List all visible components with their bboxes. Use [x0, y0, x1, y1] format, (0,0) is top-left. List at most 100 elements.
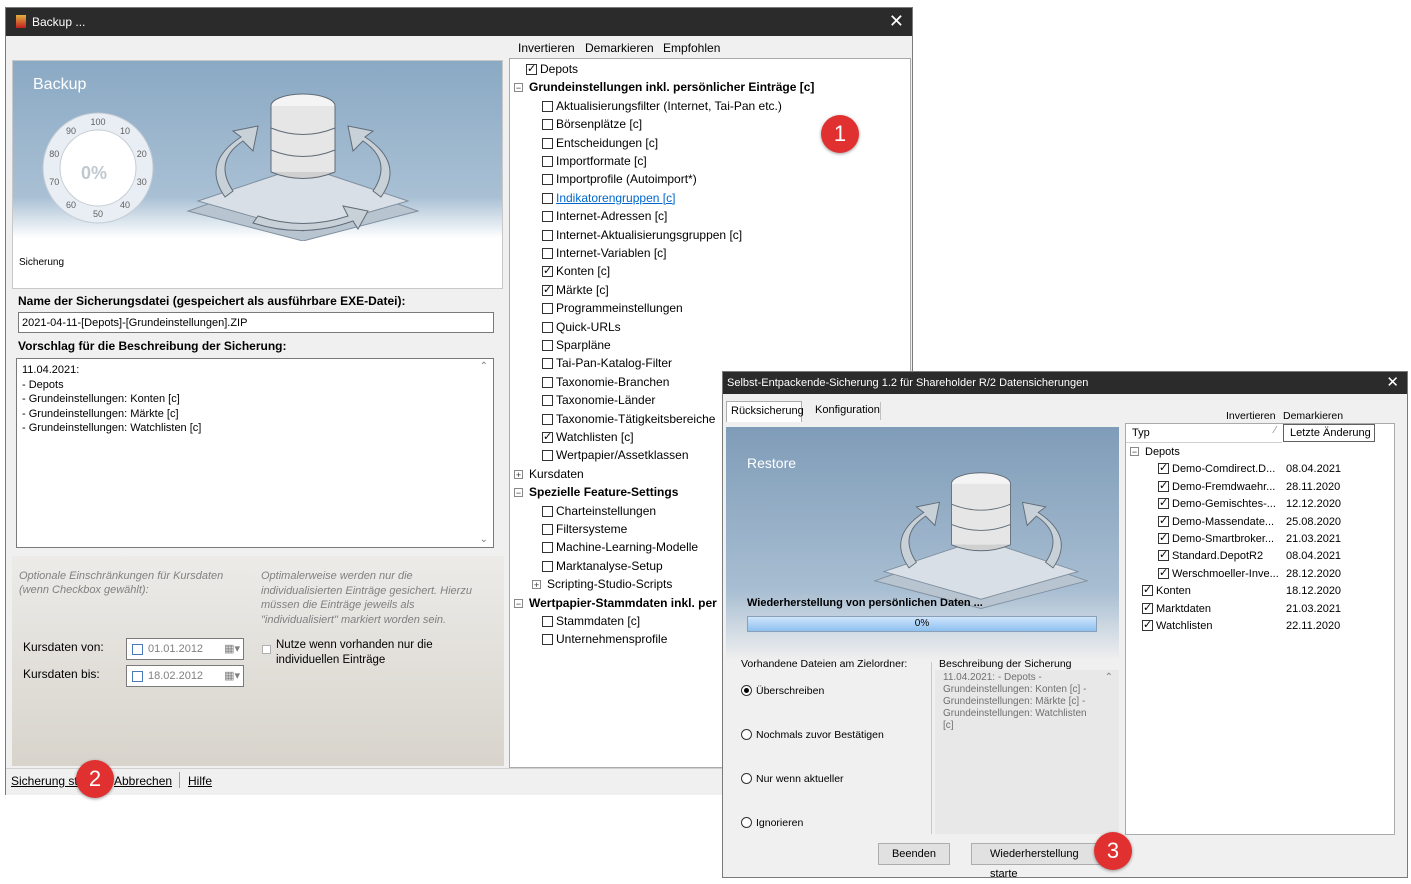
file-name-input[interactable]: 2021-04-11-[Depots]-[Grundeinstellungen]… — [18, 312, 494, 333]
radio-button[interactable] — [741, 817, 752, 828]
restore-invert-button[interactable]: Invertieren — [1226, 410, 1276, 422]
unmark-button[interactable]: Demarkieren — [585, 41, 654, 55]
tree-checkbox[interactable] — [542, 340, 553, 351]
list-checkbox[interactable] — [1158, 566, 1169, 579]
tree-item[interactable]: Märkte [c] — [542, 283, 609, 297]
radio-button[interactable] — [741, 729, 752, 740]
tree-item[interactable]: Taxonomie-Branchen — [542, 375, 669, 389]
description-textarea[interactable]: 11.04.2021: - Depots - Grundeinstellungen:… — [16, 358, 494, 548]
tree-item[interactable]: − Grundeinstellungen inkl. persönlicher E… — [514, 80, 814, 94]
tab-konfiguration[interactable]: Konfiguration — [815, 404, 880, 416]
tree-item[interactable]: Wertpapier/Assetklassen — [542, 448, 689, 462]
kurs-von-date[interactable]: 01.01.2012 ▦▾ — [126, 638, 244, 660]
tree-checkbox[interactable] — [542, 211, 553, 223]
tree-item[interactable]: Internet-Aktualisierungsgruppen [c] — [542, 228, 742, 242]
recommended-button[interactable]: Empfohlen — [663, 41, 720, 55]
tree-checkbox[interactable] — [542, 321, 553, 333]
list-item[interactable]: Demo-Massendate... 25.08.2020 — [1126, 514, 1386, 531]
invert-button[interactable]: Invertieren — [518, 41, 575, 55]
tree-checkbox[interactable] — [542, 229, 553, 241]
tree-checkbox[interactable] — [542, 395, 553, 407]
cancel-button[interactable]: Abbrechen — [114, 774, 172, 788]
tree-item[interactable]: Filtersysteme — [542, 522, 627, 536]
list-checkbox[interactable] — [1158, 531, 1169, 544]
col-header-date[interactable]: Letzte Änderung — [1283, 424, 1375, 442]
tree-item[interactable]: Internet-Adressen [c] — [542, 209, 667, 223]
tree-checkbox[interactable] — [542, 505, 553, 517]
tree-item[interactable]: Tai-Pan-Katalog-Filter — [542, 356, 672, 370]
list-item[interactable]: Konten 18.12.2020 — [1126, 583, 1386, 600]
tree-checkbox[interactable] — [542, 524, 553, 535]
tree-item[interactable]: Stammdaten [c] — [542, 614, 640, 628]
tree-item[interactable]: Importprofile (Autoimport*) — [542, 172, 697, 186]
kurs-bis-date[interactable]: 18.02.2012 ▦▾ — [126, 665, 244, 687]
tree-item[interactable]: Programmeinstellungen — [542, 301, 683, 315]
list-checkbox[interactable] — [1158, 461, 1169, 475]
radio-button[interactable] — [741, 773, 752, 784]
tree-checkbox[interactable] — [542, 137, 553, 149]
beenden-button[interactable]: Beenden — [878, 843, 950, 865]
list-item[interactable]: Watchlisten 22.11.2020 — [1126, 618, 1386, 635]
col-header-typ[interactable]: Typ ⁄ — [1126, 424, 1282, 443]
tree-item[interactable]: Marktanalyse-Setup — [542, 559, 663, 573]
collapse-icon[interactable]: − — [514, 488, 523, 498]
list-checkbox[interactable] — [1142, 583, 1153, 597]
tree-item[interactable]: + Scripting-Studio-Scripts — [532, 577, 672, 591]
list-checkbox[interactable] — [1142, 601, 1153, 614]
tree-item[interactable]: Börsenplätze [c] — [542, 117, 642, 131]
tab-ruecksicherung[interactable]: Rücksicherung — [726, 401, 804, 422]
tree-item[interactable]: Indikatorengruppen [c] — [542, 191, 675, 205]
start-backup-button[interactable]: Sicherung st — [11, 774, 78, 788]
radio-option[interactable]: Nur wenn aktueller — [741, 773, 844, 785]
nutze-checkbox[interactable] — [262, 645, 271, 654]
list-item[interactable]: − Depots — [1126, 445, 1386, 461]
kurs-von-checkbox[interactable] — [132, 644, 143, 655]
tree-item[interactable]: Aktualisierungsfilter (Internet, Tai-Pan… — [542, 99, 782, 113]
expand-icon[interactable]: + — [532, 580, 541, 590]
tree-checkbox[interactable] — [542, 634, 553, 646]
list-checkbox[interactable] — [1142, 618, 1153, 631]
tree-checkbox[interactable] — [526, 62, 537, 75]
tree-item[interactable]: Unternehmensprofile — [542, 632, 667, 646]
tree-item[interactable]: Watchlisten [c] — [542, 430, 634, 444]
scroll-up-icon[interactable]: ⌃ — [1105, 672, 1113, 683]
tree-item[interactable]: Sparpläne — [542, 338, 611, 352]
resize-handle-icon[interactable]: ⁄ — [1274, 425, 1276, 436]
tree-checkbox[interactable] — [542, 450, 553, 462]
tree-item[interactable]: Internet-Variablen [c] — [542, 246, 667, 260]
tree-checkbox[interactable] — [542, 303, 553, 315]
close-icon[interactable]: ✕ — [1386, 373, 1399, 391]
scroll-up-icon[interactable]: ⌃ — [480, 361, 488, 372]
tree-item[interactable]: Taxonomie-Länder — [542, 393, 655, 407]
kurs-bis-checkbox[interactable] — [132, 671, 143, 682]
list-checkbox[interactable] — [1158, 548, 1169, 562]
list-item[interactable]: Marktdaten 21.03.2021 — [1126, 601, 1386, 618]
backup-titlebar[interactable]: Backup ... ✕ — [6, 8, 912, 36]
list-checkbox[interactable] — [1158, 479, 1169, 492]
list-item[interactable]: Demo-Comdirect.D... 08.04.2021 — [1126, 461, 1386, 478]
tree-item[interactable]: Konten [c] — [542, 264, 610, 278]
list-item[interactable]: Standard.DepotR2 08.04.2021 — [1126, 548, 1386, 565]
collapse-icon[interactable]: − — [1130, 447, 1139, 457]
tree-checkbox[interactable] — [542, 430, 553, 443]
collapse-icon[interactable]: − — [514, 83, 523, 93]
calendar-dropdown-icon[interactable]: ▦▾ — [224, 669, 240, 682]
help-button[interactable]: Hilfe — [188, 774, 212, 788]
tree-checkbox[interactable] — [542, 119, 553, 131]
restore-unmark-button[interactable]: Demarkieren — [1283, 410, 1343, 422]
calendar-dropdown-icon[interactable]: ▦▾ — [224, 642, 240, 655]
tree-item[interactable]: Machine-Learning-Modelle — [542, 540, 698, 554]
tree-item[interactable]: − Spezielle Feature-Settings — [514, 485, 678, 499]
restore-list[interactable]: Typ ⁄ Letzte Änderung −Depots Demo-Comdir… — [1125, 423, 1395, 835]
tree-item[interactable]: Depots — [526, 62, 578, 76]
restore-titlebar[interactable]: Selbst-Entpackende-Sicherung 1.2 für Sha… — [723, 372, 1407, 394]
scroll-down-icon[interactable]: ⌄ — [480, 534, 488, 545]
tree-item[interactable]: Importformate [c] — [542, 154, 647, 168]
tree-item[interactable]: Taxonomie-Tätigkeitsbereiche — [542, 412, 715, 426]
tree-checkbox[interactable] — [542, 264, 553, 278]
tree-item[interactable]: Charteinstellungen — [542, 504, 656, 518]
tree-checkbox[interactable] — [542, 376, 553, 388]
tree-checkbox[interactable] — [542, 358, 553, 370]
tree-checkbox[interactable] — [542, 283, 553, 296]
tree-checkbox[interactable] — [542, 248, 553, 259]
